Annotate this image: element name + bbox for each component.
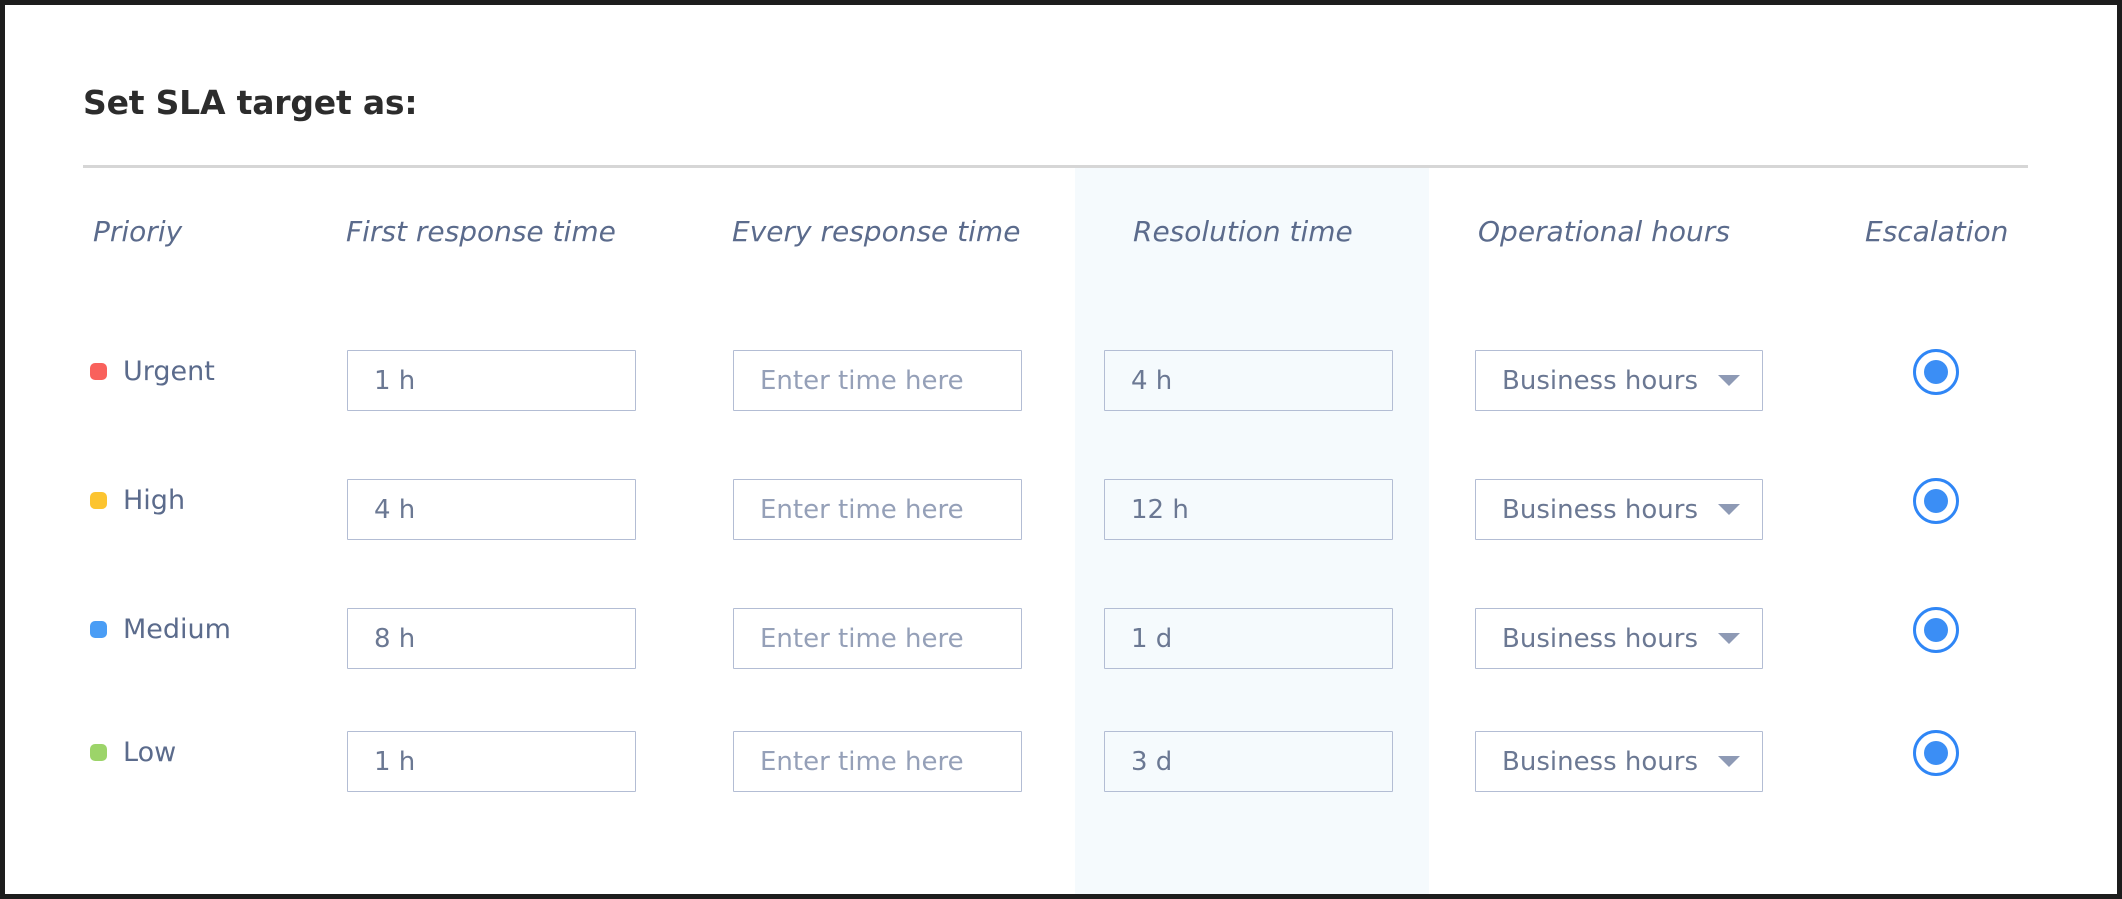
escalation-radio[interactable] [1913,349,1959,395]
priority-color-dot [90,744,107,761]
radio-selected-icon [1924,618,1948,642]
sla-settings-page: Set SLA target as: Prioriy First respons… [0,0,2122,899]
column-header-operational-hours: Operational hours [1478,215,1730,248]
page-title: Set SLA target as: [83,83,418,122]
priority-label: Urgent [123,356,215,387]
title-divider [83,165,2028,168]
chevron-down-icon [1718,756,1740,767]
resolution-time-input[interactable]: 12 h [1104,479,1393,540]
every-response-time-placeholder: Enter time here [760,746,964,777]
resolution-time-value: 1 d [1131,623,1173,654]
every-response-time-input[interactable]: Enter time here [733,731,1022,792]
chevron-down-icon [1718,375,1740,386]
column-header-escalation: Escalation [1865,215,2009,248]
first-response-time-value: 1 h [374,365,416,396]
column-header-resolution-time: Resolution time [1133,215,1353,248]
priority-label: Medium [123,614,231,645]
priority-color-dot [90,363,107,380]
resolution-time-input[interactable]: 3 d [1104,731,1393,792]
column-header-every-response-time: Every response time [732,215,1021,248]
resolution-time-value: 4 h [1131,365,1173,396]
chevron-down-icon [1718,633,1740,644]
first-response-time-value: 1 h [374,746,416,777]
escalation-radio[interactable] [1913,730,1959,776]
priority-cell: Low [90,739,176,766]
first-response-time-input[interactable]: 8 h [347,608,636,669]
priority-color-dot [90,621,107,638]
every-response-time-placeholder: Enter time here [760,494,964,525]
resolution-time-value: 3 d [1131,746,1173,777]
page-canvas: Set SLA target as: Prioriy First respons… [5,5,2117,894]
first-response-time-value: 4 h [374,494,416,525]
first-response-time-input[interactable]: 4 h [347,479,636,540]
resolution-time-input[interactable]: 1 d [1104,608,1393,669]
column-header-priority: Prioriy [93,215,183,248]
priority-cell: High [90,487,185,514]
every-response-time-placeholder: Enter time here [760,623,964,654]
operational-hours-dropdown[interactable]: Business hours [1475,608,1763,669]
first-response-time-input[interactable]: 1 h [347,731,636,792]
table-row: High 4 h Enter time here 12 h Business h… [5,474,2117,544]
resolution-time-input[interactable]: 4 h [1104,350,1393,411]
every-response-time-placeholder: Enter time here [760,365,964,396]
escalation-radio[interactable] [1913,478,1959,524]
priority-label: Low [123,737,177,768]
escalation-radio[interactable] [1913,607,1959,653]
operational-hours-value: Business hours [1502,365,1699,396]
first-response-time-input[interactable]: 1 h [347,350,636,411]
table-row: Low 1 h Enter time here 3 d Business hou… [5,726,2117,796]
radio-selected-icon [1924,360,1948,384]
every-response-time-input[interactable]: Enter time here [733,350,1022,411]
chevron-down-icon [1718,504,1740,515]
every-response-time-input[interactable]: Enter time here [733,608,1022,669]
resolution-time-value: 12 h [1131,494,1189,525]
operational-hours-value: Business hours [1502,494,1699,525]
column-header-first-response-time: First response time [346,215,616,248]
priority-cell: Urgent [90,358,215,385]
radio-selected-icon [1924,741,1948,765]
table-row: Urgent 1 h Enter time here 4 h Business … [5,345,2117,415]
table-header-row: Prioriy First response time Every respon… [5,215,2117,255]
radio-selected-icon [1924,489,1948,513]
table-row: Medium 8 h Enter time here 1 d Business … [5,603,2117,673]
operational-hours-dropdown[interactable]: Business hours [1475,731,1763,792]
operational-hours-value: Business hours [1502,623,1699,654]
priority-color-dot [90,492,107,509]
operational-hours-dropdown[interactable]: Business hours [1475,479,1763,540]
operational-hours-dropdown[interactable]: Business hours [1475,350,1763,411]
every-response-time-input[interactable]: Enter time here [733,479,1022,540]
operational-hours-value: Business hours [1502,746,1699,777]
priority-cell: Medium [90,616,231,643]
priority-label: High [123,485,186,516]
first-response-time-value: 8 h [374,623,416,654]
